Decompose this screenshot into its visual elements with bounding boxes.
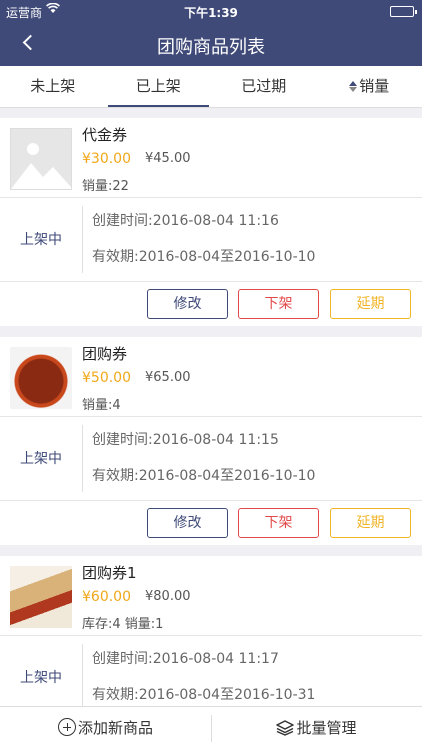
divider	[82, 425, 83, 492]
edit-button[interactable]: 修改	[147, 289, 228, 319]
divider	[82, 206, 83, 273]
product-card: 团购券1 ¥60.00 ¥80.00 库存:4 销量:1 上架中 创建时间:20…	[0, 556, 422, 706]
product-price: ¥50.00	[82, 370, 131, 386]
extend-button[interactable]: 延期	[330, 289, 411, 319]
listing-status: 上架中	[20, 451, 62, 467]
layers-icon	[276, 710, 295, 736]
tab-sales-label: 销量	[359, 77, 390, 95]
tab-unlisted[interactable]: 未上架	[0, 66, 106, 107]
image-placeholder-icon	[10, 128, 72, 190]
page-title: 团购商品列表	[157, 37, 265, 58]
product-card: 代金券 ¥30.00 ¥45.00 销量:22 上架中 创建时间:2016-08…	[0, 118, 422, 326]
sort-icon	[349, 81, 358, 92]
created-time: 创建时间:2016-08-04 11:15	[92, 432, 279, 448]
created-time: 创建时间:2016-08-04 11:16	[92, 213, 279, 229]
product-list[interactable]: 代金券 ¥30.00 ¥45.00 销量:22 上架中 创建时间:2016-08…	[0, 108, 422, 706]
bottom-toolbar: 添加新商品 批量管理	[0, 706, 422, 750]
edit-button[interactable]: 修改	[147, 508, 228, 538]
plus-circle-icon	[57, 718, 76, 736]
braised-pork-dish-image	[10, 347, 72, 409]
sales-count: 销量:22	[82, 179, 129, 194]
product-price: ¥30.00	[82, 151, 131, 167]
delist-button[interactable]: 下架	[238, 289, 319, 319]
tab-expired[interactable]: 已过期	[211, 66, 317, 107]
divider	[82, 644, 83, 706]
original-price: ¥80.00	[145, 589, 191, 604]
product-price: ¥60.00	[82, 589, 131, 605]
spaghetti-dish-image	[10, 566, 72, 628]
status-bar: 运营商 下午1:39	[0, 0, 422, 22]
product-name: 团购券	[82, 345, 128, 363]
created-time: 创建时间:2016-08-04 11:17	[92, 651, 279, 667]
delist-button[interactable]: 下架	[238, 508, 319, 538]
validity-period: 有效期:2016-08-04至2016-10-10	[92, 249, 316, 265]
product-name: 代金券	[82, 126, 128, 144]
add-product-button[interactable]: 添加新商品	[0, 707, 211, 750]
clock: 下午1:39	[184, 6, 238, 20]
listing-status: 上架中	[20, 670, 62, 686]
sales-count: 销量:4	[82, 398, 121, 413]
validity-period: 有效期:2016-08-04至2016-10-31	[92, 687, 316, 703]
batch-manage-label: 批量管理	[296, 719, 357, 737]
tab-listed[interactable]: 已上架	[106, 66, 212, 107]
nav-bar: 团购商品列表	[0, 22, 422, 66]
extend-button[interactable]: 延期	[330, 508, 411, 538]
listing-status: 上架中	[20, 232, 62, 248]
batch-manage-button[interactable]: 批量管理	[211, 707, 422, 750]
battery-icon	[390, 6, 417, 17]
product-card: 团购券 ¥50.00 ¥65.00 销量:4 上架中 创建时间:2016-08-…	[0, 337, 422, 545]
stock-sales-count: 库存:4 销量:1	[82, 617, 164, 632]
product-name: 团购券1	[82, 564, 137, 582]
original-price: ¥45.00	[145, 151, 191, 166]
tab-bar: 未上架 已上架 已过期 销量	[0, 66, 422, 108]
tab-sales-sort[interactable]: 销量	[317, 66, 422, 107]
original-price: ¥65.00	[145, 370, 191, 385]
add-product-label: 添加新商品	[77, 719, 153, 737]
validity-period: 有效期:2016-08-04至2016-10-10	[92, 468, 316, 484]
